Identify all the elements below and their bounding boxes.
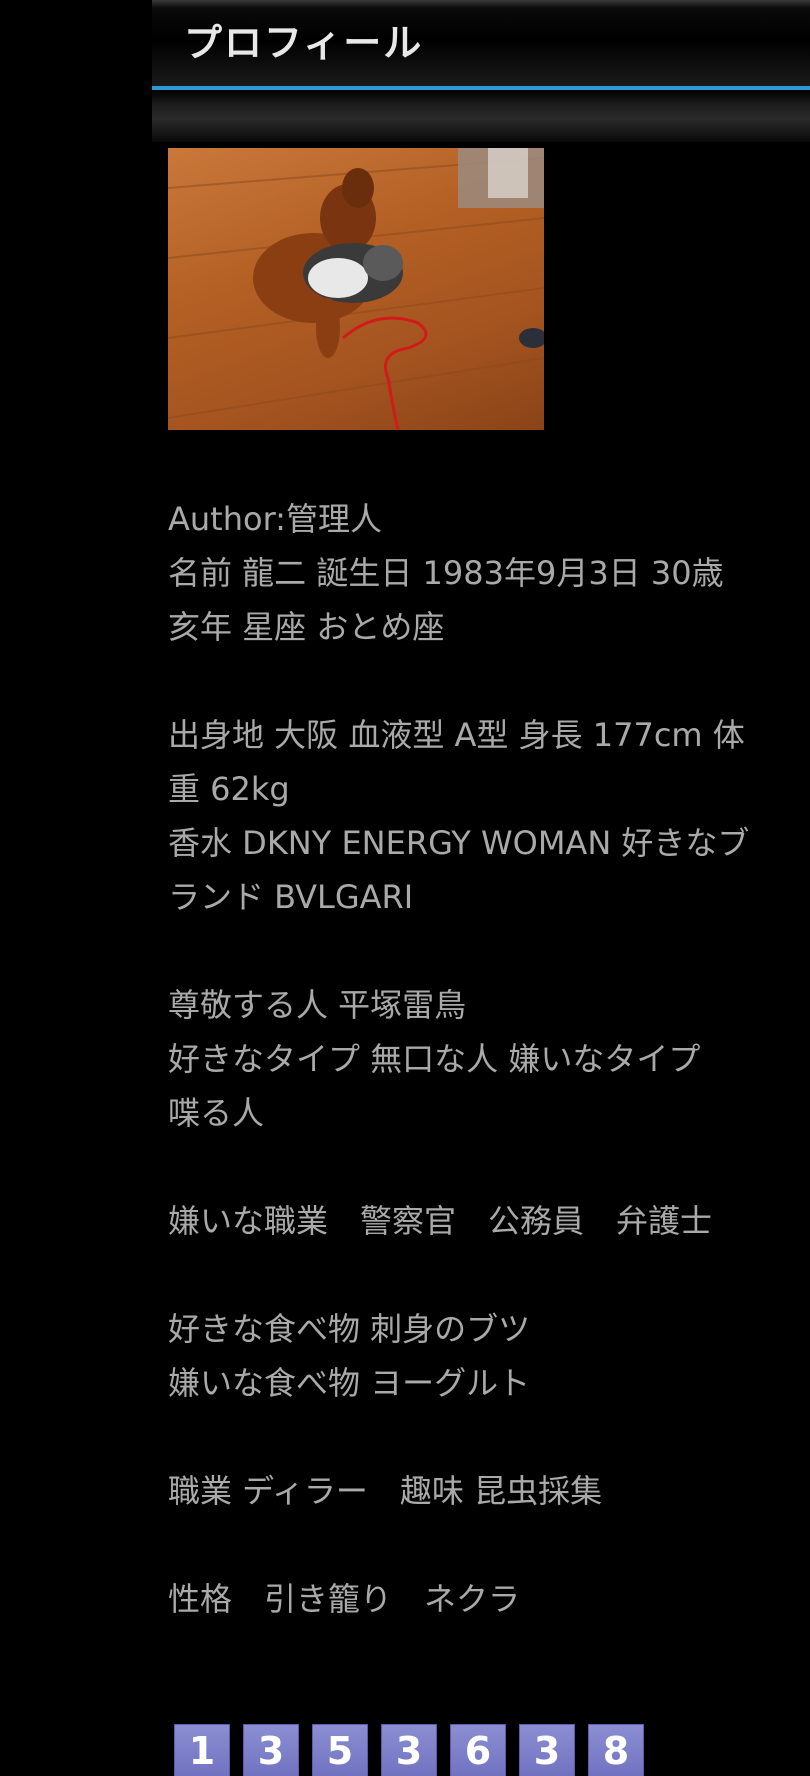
profile-line: 重 62kg (168, 770, 290, 808)
profile-line: 職業 ディラー 趣味 昆虫採集 (168, 1472, 603, 1510)
counter-digit: 3 (243, 1724, 299, 1776)
photo-dog-cat-icon (168, 148, 544, 430)
profile-line: 嫌いな職業 警察官 公務員 弁護士 (168, 1202, 713, 1240)
profile-blank-line (168, 654, 798, 708)
counter-digit: 3 (381, 1724, 437, 1776)
profile-header: プロフィール (152, 0, 810, 90)
profile-line: 亥年 星座 おとめ座 (168, 608, 445, 646)
profile-page: プロフィール Author:管理人 名前 龍二 誕生日 1983年9月3日 30… (0, 0, 810, 1776)
header-subbar (152, 90, 810, 142)
counter-digit: 6 (450, 1724, 506, 1776)
profile-details: Author:管理人名前 龍二 誕生日 1983年9月3日 30歳 亥年 星座 お… (168, 492, 798, 1626)
counter-digit: 8 (588, 1724, 644, 1776)
counter-digit: 5 (312, 1724, 368, 1776)
profile-blank-line (168, 924, 798, 978)
profile-photo[interactable] (168, 148, 544, 430)
counter-digit: 3 (519, 1724, 575, 1776)
profile-line: 喋る人 (168, 1094, 265, 1132)
profile-blank-line (168, 1518, 798, 1572)
profile-line: 好きなタイプ 無口な人 嫌いなタイプ (168, 1040, 701, 1078)
profile-line: 名前 龍二 誕生日 1983年9月3日 30歳 (168, 554, 724, 592)
profile-line: 嫌いな食べ物 ヨーグルト (168, 1364, 531, 1402)
profile-line: Author:管理人 (168, 500, 382, 538)
profile-blank-line (168, 1140, 798, 1194)
access-counter: 1353638 (174, 1724, 644, 1776)
profile-line: 尊敬する人 平塚雷鳥 (168, 986, 467, 1024)
profile-line: 好きな食べ物 刺身のブツ (168, 1310, 531, 1348)
profile-line: 出身地 大阪 血液型 A型 身長 177cm 体 (168, 716, 745, 754)
profile-blank-line (168, 1410, 798, 1464)
profile-line: 性格 引き籠り ネクラ (168, 1580, 521, 1618)
profile-title: プロフィール (184, 21, 424, 65)
counter-digit: 1 (174, 1724, 230, 1776)
profile-line: 香水 DKNY ENERGY WOMAN 好きなブ (168, 824, 750, 862)
profile-line: ランド BVLGARI (168, 878, 414, 916)
profile-blank-line (168, 1248, 798, 1302)
